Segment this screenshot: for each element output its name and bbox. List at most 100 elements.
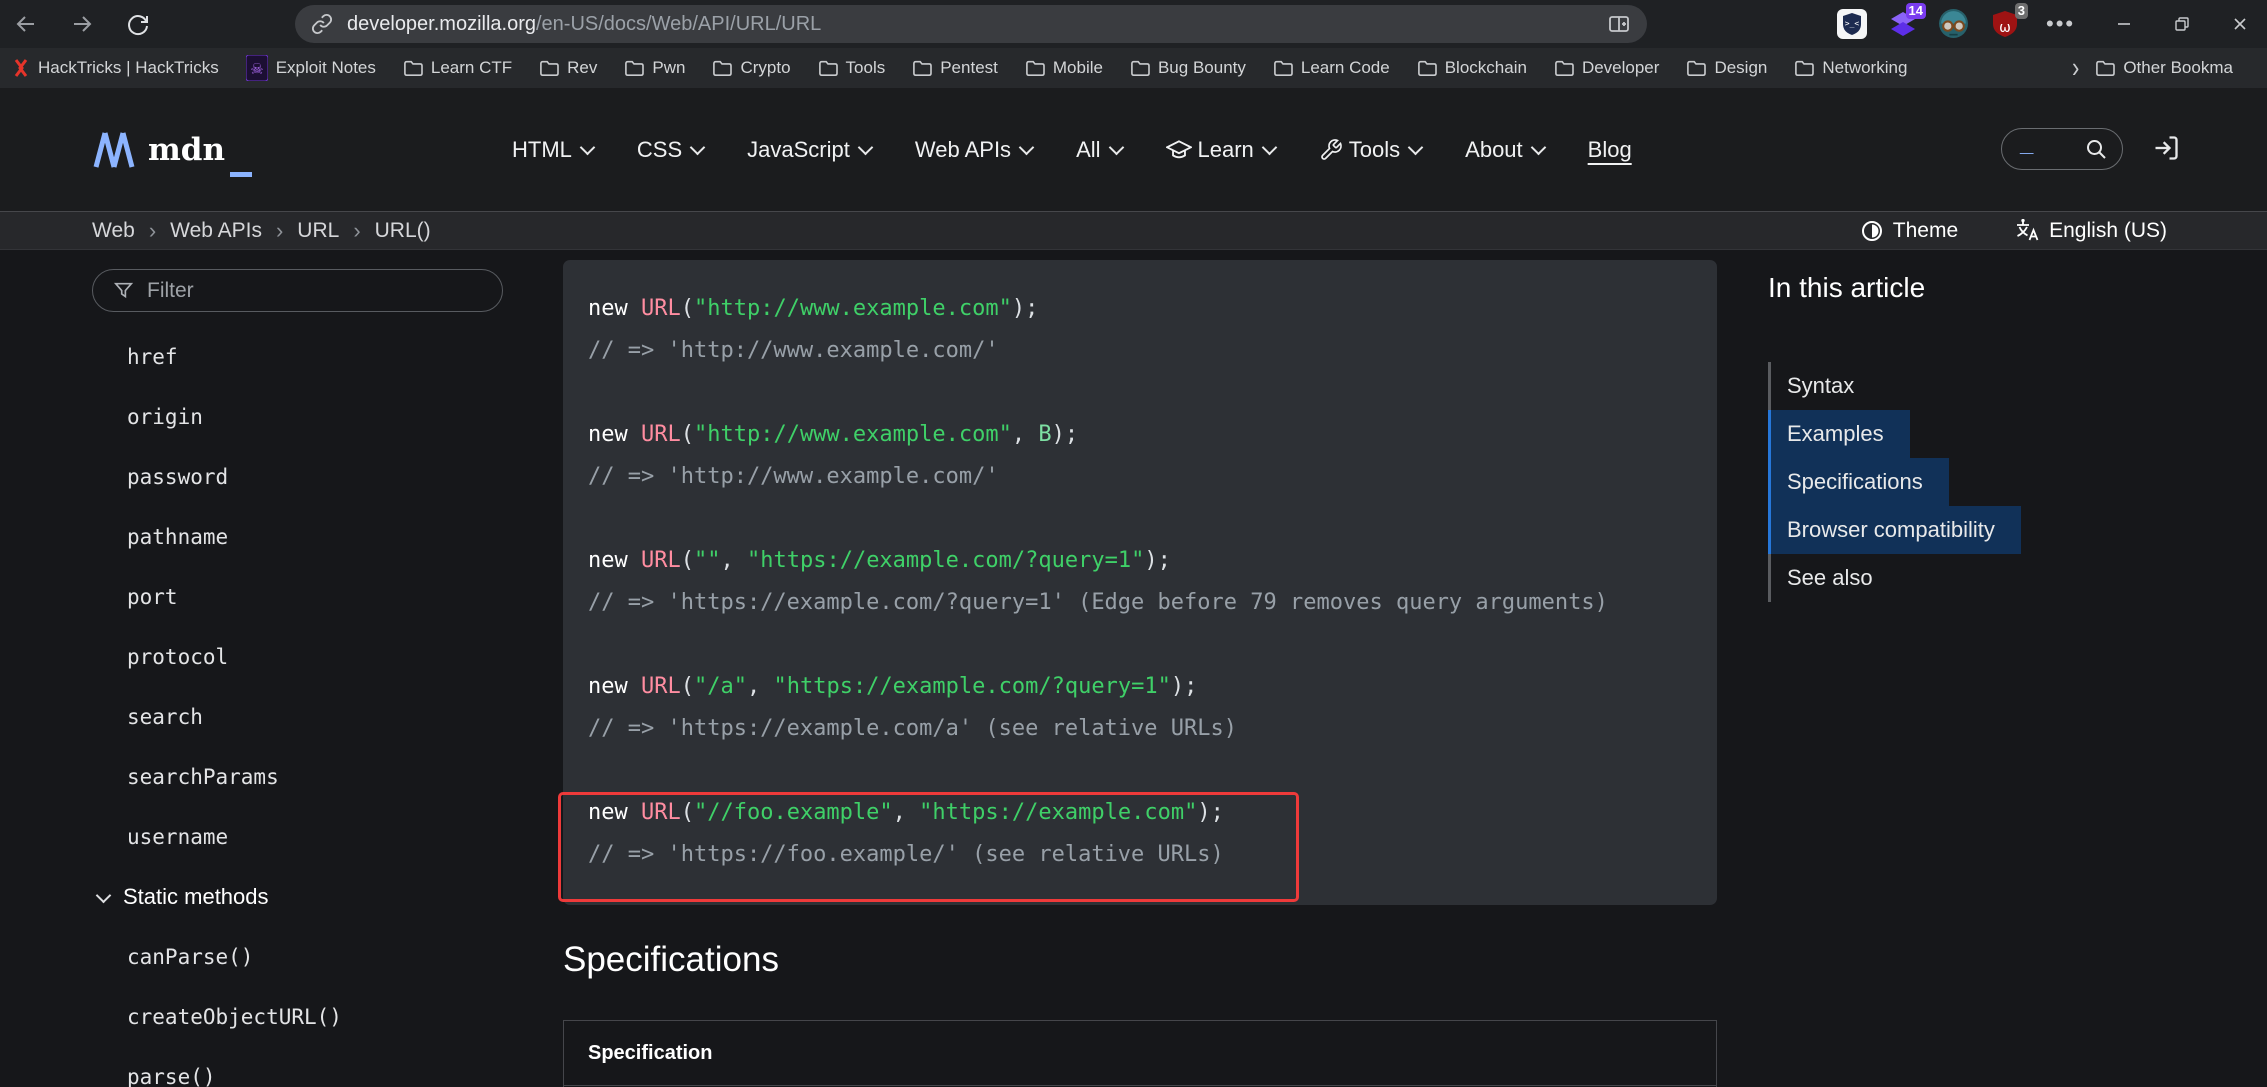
sidebar-item-pathname[interactable]: pathname <box>92 507 537 567</box>
bookmark-item[interactable]: ☠Exploit Notes <box>246 55 376 81</box>
sign-in-icon[interactable] <box>2152 134 2180 162</box>
toc-item-examples[interactable]: Examples <box>1768 410 1910 458</box>
sidebar-item-canparse[interactable]: canParse() <box>92 927 537 987</box>
bookmark-item[interactable]: Bug Bounty <box>1130 58 1246 78</box>
nav-item-learn[interactable]: Learn <box>1166 137 1275 163</box>
bookmark-label: Networking <box>1822 58 1907 78</box>
breadcrumb-item[interactable]: URL <box>297 219 339 243</box>
bookmark-item[interactable]: Blockchain <box>1417 58 1527 78</box>
nav-item-css[interactable]: CSS <box>637 137 703 163</box>
bookmark-item[interactable]: Crypto <box>712 58 790 78</box>
chevron-down-icon <box>690 140 706 156</box>
folder-icon <box>1417 59 1437 77</box>
toc-item-specifications[interactable]: Specifications <box>1768 458 1949 506</box>
bookmark-label: Blockchain <box>1445 58 1527 78</box>
spy-extension-icon[interactable] <box>1938 8 1969 39</box>
nav-label: All <box>1076 137 1100 163</box>
bookmarks-overflow-chevron[interactable]: › <box>2072 51 2079 85</box>
bookmark-item[interactable]: Networking <box>1794 58 1907 78</box>
dev-shield-extension-icon[interactable]: >_< <box>1836 8 1867 39</box>
breadcrumb-item[interactable]: Web APIs <box>170 219 262 243</box>
purple-extension-icon[interactable]: 14 <box>1887 8 1918 39</box>
bookmark-label: Pwn <box>652 58 685 78</box>
folder-icon <box>1794 59 1814 77</box>
sidebar-item-port[interactable]: port <box>92 567 537 627</box>
folder-icon <box>1130 59 1150 77</box>
minimize-button[interactable] <box>2095 0 2153 48</box>
bookmark-label: Exploit Notes <box>276 58 376 78</box>
bookmark-item[interactable]: Rev <box>539 58 597 78</box>
annotation-highlight-box <box>558 792 1299 902</box>
sidebar-item-href[interactable]: href <box>92 327 537 387</box>
nav-item-web-apis[interactable]: Web APIs <box>915 137 1032 163</box>
restore-button[interactable] <box>2153 0 2211 48</box>
bookmark-item[interactable]: Tools <box>818 58 886 78</box>
bookmark-item[interactable]: Learn CTF <box>403 58 512 78</box>
bookmark-label: HackTricks | HackTricks <box>38 58 219 78</box>
reload-button[interactable] <box>116 4 160 44</box>
bookmark-item[interactable]: Learn Code <box>1273 58 1390 78</box>
bookmark-item[interactable]: Developer <box>1554 58 1660 78</box>
chevron-down-icon <box>1408 140 1424 156</box>
breadcrumb-item[interactable]: URL() <box>375 219 431 243</box>
bookmark-item[interactable]: HackTricks | HackTricks <box>12 58 219 78</box>
folder-icon <box>624 59 644 77</box>
breadcrumb-bar: Web›Web APIs›URL›URL() Theme English (US… <box>0 211 2267 250</box>
nav-item-blog[interactable]: Blog <box>1588 137 1632 163</box>
bookmark-item[interactable]: Pwn <box>624 58 685 78</box>
toc-item-label: Examples <box>1787 421 1884 447</box>
toolbar-overflow-icon[interactable]: ••• <box>2046 11 2075 37</box>
toc-item-browser-compatibility[interactable]: Browser compatibility <box>1768 506 2021 554</box>
nav-item-about[interactable]: About <box>1465 137 1544 163</box>
site-search[interactable]: _ <box>2001 128 2123 170</box>
address-bar[interactable]: developer.mozilla.org/en-US/docs/Web/API… <box>295 5 1647 43</box>
nav-item-all[interactable]: All <box>1076 137 1121 163</box>
theme-button[interactable]: Theme <box>1860 219 1958 243</box>
bookmark-label: Tools <box>846 58 886 78</box>
sidebar-item-parse[interactable]: parse() <box>92 1047 537 1087</box>
sidebar-item-static-methods[interactable]: Static methods <box>92 867 537 927</box>
bookmark-label: Crypto <box>740 58 790 78</box>
chevron-down-icon <box>1530 140 1546 156</box>
code-pre: new URL("http://www.example.com");// => … <box>563 260 1717 876</box>
spec-table: Specification <box>563 1020 1717 1087</box>
sidebar-item-protocol[interactable]: protocol <box>92 627 537 687</box>
nav-item-html[interactable]: HTML <box>512 137 593 163</box>
nav-item-tools[interactable]: Tools <box>1319 137 1421 163</box>
sidebar-item-username[interactable]: username <box>92 807 537 867</box>
bookmark-label: Developer <box>1582 58 1660 78</box>
shield-code-icon: >_< <box>1837 9 1867 39</box>
sidebar-item-createobjecturl[interactable]: createObjectURL() <box>92 987 537 1047</box>
toc-item-syntax[interactable]: Syntax <box>1768 362 1880 410</box>
other-bookmarks[interactable]: Other Bookma <box>2095 58 2233 78</box>
code-line: new URL("http://www.example.com", B); <box>588 414 1717 456</box>
language-button[interactable]: English (US) <box>2014 219 2167 243</box>
wappalyzer-extension-icon[interactable]: ω 3 <box>1989 8 2020 39</box>
minimize-icon <box>2116 16 2132 32</box>
sidebar-item-searchparams[interactable]: searchParams <box>92 747 537 807</box>
breadcrumb-actions: Theme English (US) <box>1860 212 2167 249</box>
code-line: // => 'https://example.com/?query=1' (Ed… <box>588 582 1717 624</box>
sidebar-item-password[interactable]: password <box>92 447 537 507</box>
close-button[interactable] <box>2211 0 2267 48</box>
bookmark-item[interactable]: Design <box>1686 58 1767 78</box>
sidebar-item-search[interactable]: search <box>92 687 537 747</box>
split-screen-icon[interactable] <box>1607 12 1631 36</box>
code-line <box>588 750 1717 792</box>
sidebar-filter-input[interactable]: Filter <box>92 269 503 312</box>
bookmark-label: Pentest <box>940 58 998 78</box>
back-button[interactable] <box>4 4 48 44</box>
toc-item-see-also[interactable]: See also <box>1768 554 1899 602</box>
toc-list: Syntax Examples SpecificationsBrowser comp… <box>1768 362 2021 602</box>
spy-icon <box>1938 8 1969 39</box>
nav-item-javascript[interactable]: JavaScript <box>747 137 871 163</box>
bookmark-item[interactable]: Mobile <box>1025 58 1103 78</box>
mdn-logo[interactable]: mdn <box>92 88 252 211</box>
forward-button[interactable] <box>60 4 104 44</box>
breadcrumb-item[interactable]: Web <box>92 219 135 243</box>
sidebar-item-label: createObjectURL() <box>127 1005 342 1029</box>
chevron-down-icon <box>1019 140 1035 156</box>
bookmark-item[interactable]: Pentest <box>912 58 998 78</box>
bookmark-label: Design <box>1714 58 1767 78</box>
sidebar-item-origin[interactable]: origin <box>92 387 537 447</box>
